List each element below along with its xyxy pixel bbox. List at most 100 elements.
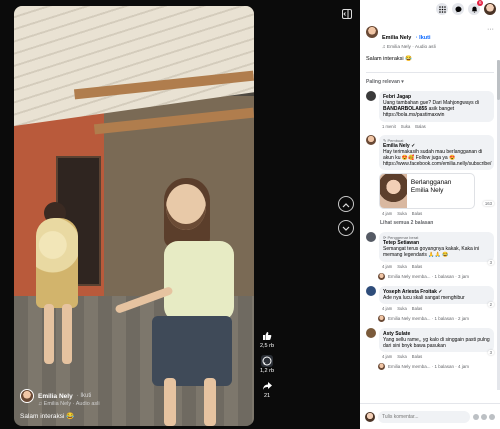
child-leg (44, 304, 54, 364)
share-action[interactable]: 21 (258, 380, 276, 399)
comment-bubble: Asty Sulate Yang sellu rame,, yg kalo di… (379, 327, 494, 353)
follow-link[interactable]: · Ikuti (77, 393, 92, 399)
like-link[interactable]: Suka (397, 306, 407, 311)
commenter-avatar[interactable] (366, 134, 376, 145)
child-figure (36, 218, 78, 308)
reaction-count[interactable]: 2 (487, 301, 494, 307)
collapse-panel-icon[interactable] (342, 6, 352, 19)
comment-count: 1,2 rb (259, 368, 275, 374)
comment-bubble: Febri Jagap Uang tambahan gue? Dari Mahj… (379, 91, 494, 122)
video-caption: Salam interaksi 😂 (20, 413, 75, 420)
comment-bubble: ⟳ Penggemar berat Tetep Setiawan Semanga… (379, 232, 494, 262)
reply-summary: Emilia Nely memba... · 1 balasan · 3 jam (388, 273, 470, 279)
comment-meta: 4 jam Suka Balas (379, 264, 494, 269)
comment-input[interactable] (378, 410, 470, 423)
bell-icon (471, 0, 478, 18)
previous-video-button[interactable] (338, 196, 354, 212)
comment-icon (261, 355, 273, 367)
reply-link[interactable]: Balas (412, 306, 422, 311)
notifications-button[interactable]: 6 (468, 0, 483, 18)
chevron-down-icon (342, 219, 350, 237)
comments-panel: 6 Emilia Nely · Ikuti ♫ Emilia Nely · Au… (360, 0, 500, 429)
reel-video[interactable]: Emilia Nely · Ikuti ♫ Emilia Nely · Audi… (14, 6, 254, 426)
reply-avatar (378, 272, 385, 280)
comment-time[interactable]: 4 jam (382, 354, 392, 359)
comment-bubble: Yoseph Ariesta Froitak ✓ Ade nya lucu sk… (379, 285, 494, 304)
commenter-avatar[interactable] (366, 232, 376, 243)
share-icon (261, 380, 273, 392)
comment-text: Ade nya lucu skali sangat menghibur (383, 294, 465, 301)
reaction-count[interactable]: 3 (487, 259, 494, 265)
view-replies-link[interactable]: Lihat semua 2 balasan (360, 216, 500, 226)
share-count: 21 (263, 393, 271, 399)
comment-meta: 4 jam Suka Balas (379, 306, 494, 311)
grid-icon (438, 0, 446, 18)
emoji-icon[interactable] (473, 413, 479, 420)
like-link[interactable]: Suka (397, 264, 407, 269)
profile-avatar[interactable] (484, 3, 496, 15)
subscribe-link-card[interactable]: Berlangganan Emilia Nely (379, 173, 475, 210)
thumbs-up-icon (261, 330, 273, 342)
reply-summary: Emilia Nely memba... · 1 balasan · 2 jam (388, 315, 470, 321)
creator-reply-link[interactable]: Emilia Nely memba... · 1 balasan · 3 jam (360, 269, 500, 280)
more-options-icon[interactable]: ··· (487, 26, 494, 33)
gif-icon[interactable] (489, 413, 495, 420)
comment-item: Febri Jagap Uang tambahan gue? Dari Mahj… (360, 85, 500, 129)
comment-time[interactable]: 4 jam (382, 264, 392, 269)
messenger-icon (455, 0, 462, 18)
commenter-avatar[interactable] (366, 285, 376, 296)
comment-item: ⟳ Penggemar berat Tetep Setiawan Semanga… (360, 226, 500, 269)
reply-avatar (378, 363, 385, 371)
author-name[interactable]: Emilia Nely (38, 393, 73, 400)
comment-item: ✎ Pembuat Emilia Nely ✓ Hay terimakasih … (360, 129, 500, 216)
reply-link[interactable]: Balas (412, 354, 422, 359)
comment-item: Yoseph Ariesta Froitak ✓ Ade nya lucu sk… (360, 280, 500, 311)
reply-summary: Emilia Nely memba... · 1 balasan · 4 jam (388, 364, 470, 370)
reply-link[interactable]: Balas (412, 264, 422, 269)
sort-dropdown[interactable]: Paling relevan ▾ (360, 73, 500, 85)
post-caption: Salam interaksi 😂 (366, 56, 412, 62)
comment-bubble: ✎ Pembuat Emilia Nely ✓ Hay terimakasih … (379, 134, 494, 171)
post-author-avatar[interactable] (366, 26, 378, 38)
like-count: 2,5 rb (259, 343, 275, 349)
comment-time[interactable]: 4 jam (382, 306, 392, 311)
video-stage: Emilia Nely · Ikuti ♫ Emilia Nely · Audi… (0, 0, 360, 429)
comment-text: Semangat terus goyangnya kakak, Kaka ini… (383, 246, 480, 259)
comment-text: Hay terimakasih sudah mau berlangganan d… (383, 148, 492, 168)
like-link[interactable]: Suka (397, 211, 407, 216)
like-action[interactable]: 2,5 rb (258, 330, 276, 349)
creator-reply-link[interactable]: Emilia Nely memba... · 1 balasan · 2 jam (360, 311, 500, 322)
like-link[interactable]: Suka (397, 354, 407, 359)
child-leg (62, 304, 72, 364)
audio-label[interactable]: ♫ Emilia Nely · Audio asli (38, 401, 248, 407)
reply-avatar (378, 314, 385, 322)
comment-action[interactable]: 1,2 rb (258, 355, 276, 374)
menu-grid-button[interactable] (436, 3, 448, 15)
commenter-avatar[interactable] (366, 91, 376, 101)
comment-meta: 4 jam Suka Balas (379, 354, 494, 359)
top-bar: 6 (360, 0, 500, 18)
creator-reply-link[interactable]: Emilia Nely memba... · 1 balasan · 4 jam (360, 359, 500, 371)
next-video-button[interactable] (338, 220, 354, 236)
notification-badge: 6 (477, 0, 483, 6)
link-card-image (380, 174, 407, 209)
composer-icons (473, 413, 495, 420)
video-caption-overlay: Emilia Nely · Ikuti ♫ Emilia Nely · Audi… (20, 389, 248, 420)
link-card-text: Berlangganan Emilia Nely (410, 179, 452, 195)
video-actions: 2,5 rb 1,2 rb 21 (258, 330, 276, 405)
commenter-avatar[interactable] (366, 327, 376, 338)
camera-icon[interactable] (481, 413, 487, 420)
post-audio-label[interactable]: ♫ Emilia Nely · Audio asli (382, 45, 436, 50)
messenger-button[interactable] (452, 3, 464, 15)
post-author-name[interactable]: Emilia Nely (382, 35, 411, 41)
woman-figure-top (164, 241, 234, 321)
chevron-up-icon (342, 195, 350, 213)
woman-figure-skirt (152, 316, 232, 386)
comment-item: Asty Sulate Yang sellu rame,, yg kalo di… (360, 322, 500, 359)
comment-time[interactable]: 4 jam (382, 211, 392, 216)
author-avatar[interactable] (20, 389, 34, 403)
reply-link[interactable]: Balas (412, 211, 422, 216)
post-follow-link[interactable]: · Ikuti (416, 35, 431, 41)
reaction-count[interactable]: 163 (482, 201, 494, 207)
composer-avatar (365, 411, 375, 422)
